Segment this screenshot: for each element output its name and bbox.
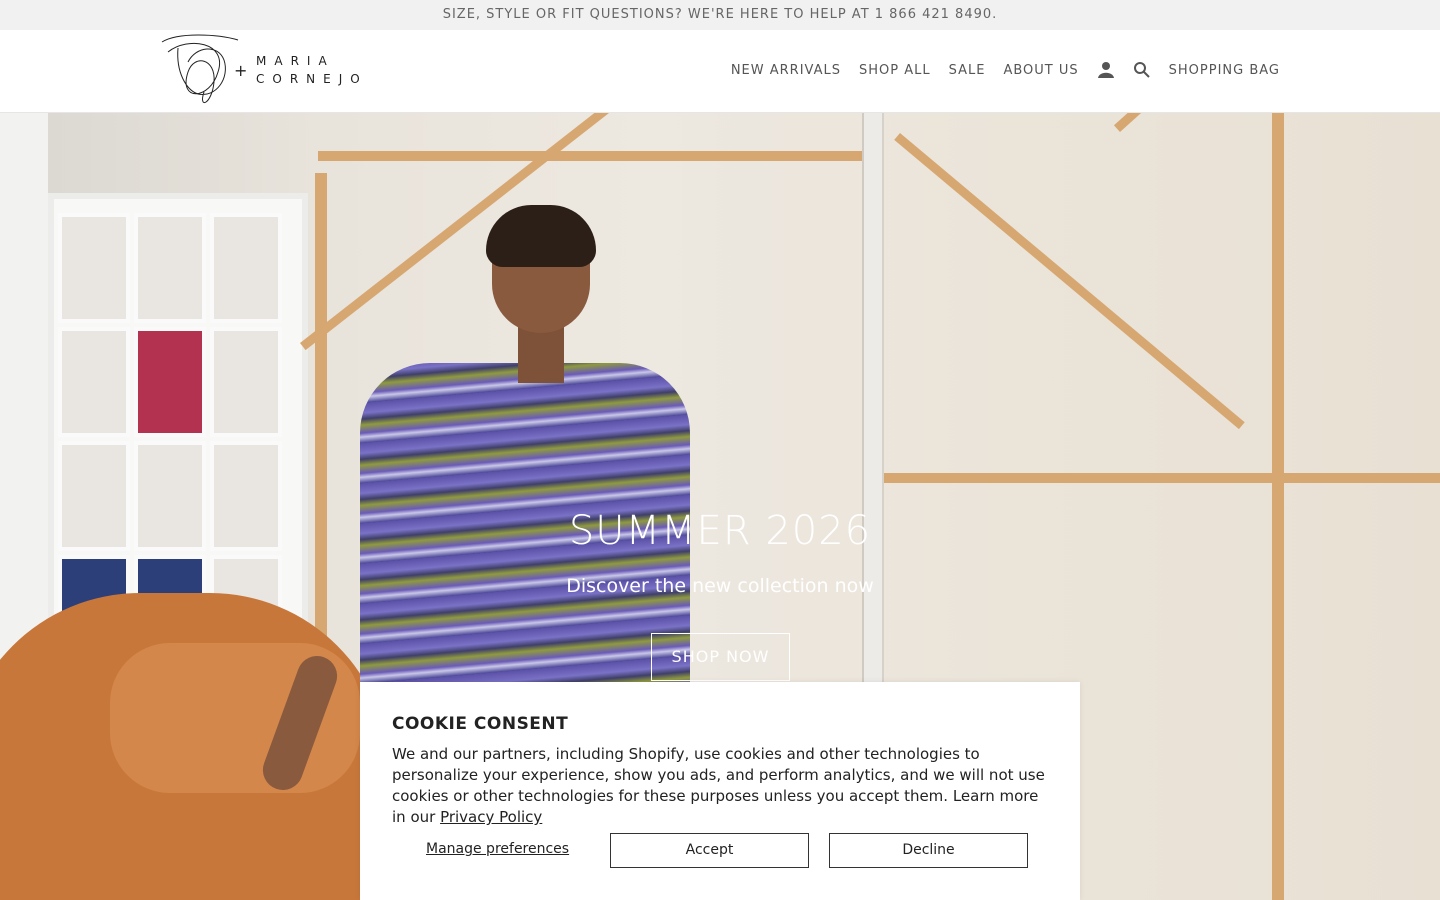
announcement-text: SIZE, STYLE OR FIT QUESTIONS? WE'RE HERE… [442,7,998,22]
site-header: + MARIA CORNEJO NEW ARRIVALS SHOP ALL SA… [0,30,1440,113]
cookie-consent-dialog: COOKIE CONSENT We and our partners, incl… [360,682,1080,900]
shop-now-button[interactable]: SHOP NOW [651,633,790,681]
announcement-bar: SIZE, STYLE OR FIT QUESTIONS? WE'RE HERE… [0,0,1440,30]
cookie-body: We and our partners, including Shopify, … [392,744,1052,828]
decline-button[interactable]: Decline [829,833,1028,868]
main-nav: NEW ARRIVALS SHOP ALL SALE ABOUT US SHOP… [713,61,1280,79]
logo-name-first: MARIA [256,54,335,68]
nav-new-arrivals[interactable]: NEW ARRIVALS [731,63,841,78]
brand-logo[interactable]: + MARIA CORNEJO [158,32,378,112]
hero-subtitle: Discover the new collection now [566,575,874,597]
logo-plus: + [234,61,248,80]
manage-preferences-link[interactable]: Manage preferences [426,841,569,857]
cookie-title: COOKIE CONSENT [392,714,569,734]
user-icon[interactable] [1097,61,1115,79]
accept-button[interactable]: Accept [610,833,809,868]
nav-sale[interactable]: SALE [949,63,986,78]
privacy-policy-link[interactable]: Privacy Policy [440,808,542,826]
search-icon[interactable] [1133,61,1151,79]
logo-name-last: CORNEJO [256,72,368,86]
nav-about-us[interactable]: ABOUT US [1003,63,1078,78]
hero-title: SUMMER 2026 [568,508,872,554]
nav-shopping-bag[interactable]: SHOPPING BAG [1169,63,1280,78]
nav-shop-all[interactable]: SHOP ALL [859,63,931,78]
